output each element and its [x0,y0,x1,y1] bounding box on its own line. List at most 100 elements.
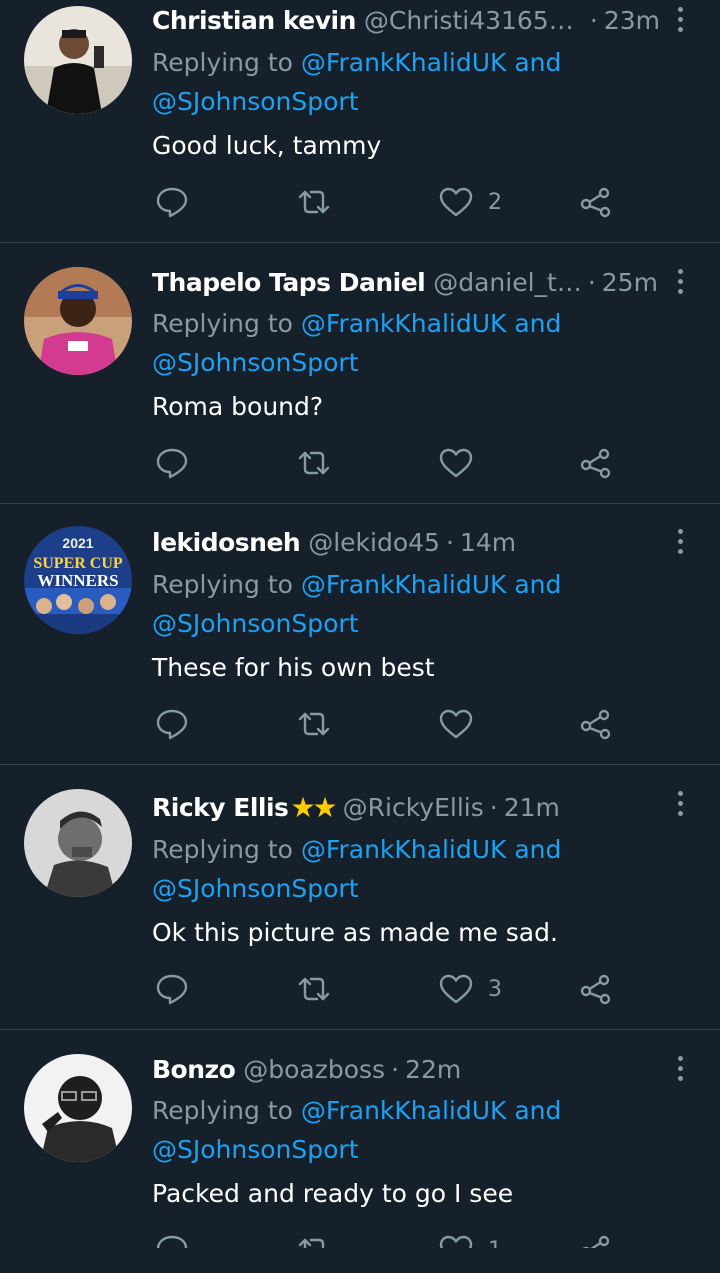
user-handle[interactable]: @RickyEllis [343,793,484,822]
avatar[interactable]: 2021 SUPER CUP WINNERS [24,526,132,634]
star-emoji: ★★ [290,790,337,824]
replying-prefix: Replying to [152,1096,293,1125]
separator-dot: · [391,1054,400,1084]
like-button[interactable]: 3 [438,969,502,1009]
like-button[interactable] [438,443,488,483]
timestamp[interactable]: 14m [460,528,516,557]
avatar[interactable] [24,267,132,375]
mention-link[interactable]: @SJohnsonSport [152,348,359,377]
mention-link[interactable]: @SJohnsonSport [152,874,359,903]
svg-text:SUPER CUP: SUPER CUP [33,555,123,572]
replying-prefix: Replying to [152,570,293,599]
retweet-icon [298,451,330,475]
timestamp[interactable]: 22m [405,1055,461,1084]
reply-icon [156,448,188,479]
timestamp[interactable]: 21m [504,793,560,822]
mention-and[interactable]: and [514,48,561,77]
action-bar: 2 [152,182,632,222]
reply-feed: Christian kevin @Christi43165831 · 23m R… [0,0,720,1273]
replying-to: Replying to @FrankKhalidUK and @SJohnson… [152,830,690,908]
display-name[interactable]: lekidosneh [152,528,301,557]
more-options-icon[interactable] [668,2,692,36]
avatar-image [24,6,132,114]
retweet-button[interactable] [296,704,332,744]
user-handle[interactable]: @lekido45 [308,528,440,557]
tweet-header: Christian kevin @Christi43165831 · 23m [152,2,660,38]
share-button[interactable] [578,704,614,744]
display-name[interactable]: Christian kevin [152,6,356,35]
like-button[interactable] [438,704,488,744]
more-options-icon[interactable] [668,1051,692,1085]
display-name[interactable]: Ricky Ellis [152,793,289,822]
mention-and[interactable]: and [514,570,561,599]
mention-link[interactable]: @FrankKhalidUK [301,48,507,77]
replying-to: Replying to @FrankKhalidUK and @SJohnson… [152,43,690,121]
separator-dot: · [587,267,596,297]
retweet-icon [298,977,330,1001]
timestamp[interactable]: 23m [604,6,660,35]
tweet-header: lekidosneh @lekido45 · 14m [152,524,660,560]
tweet-header: Ricky Ellis ★★ @RickyEllis · 21m [152,789,660,825]
display-name[interactable]: Bonzo [152,1055,236,1084]
action-bar [152,704,632,744]
avatar[interactable] [24,6,132,114]
share-icon [580,974,611,1005]
like-button[interactable]: 2 [438,182,502,222]
retweet-button[interactable] [296,182,332,222]
mention-and[interactable]: and [514,1096,561,1125]
tweet-text: These for his own best [152,653,435,682]
avatar[interactable] [24,789,132,897]
share-button[interactable] [578,182,614,222]
reply-button[interactable] [154,443,190,483]
tweet[interactable]: Ricky Ellis ★★ @RickyEllis · 21m Replyin… [0,765,720,1030]
retweet-icon [298,712,330,736]
mention-link[interactable]: @FrankKhalidUK [301,1096,507,1125]
timestamp[interactable]: 25m [602,268,658,297]
mention-link[interactable]: @FrankKhalidUK [301,570,507,599]
reply-icon [156,974,188,1005]
svg-text:WINNERS: WINNERS [37,571,118,590]
share-button[interactable] [578,969,614,1009]
avatar-image [24,267,132,375]
mention-link[interactable]: @SJohnsonSport [152,1135,359,1164]
mention-link[interactable]: @SJohnsonSport [152,609,359,638]
tweet-header: Thapelo Taps Daniel @daniel_t… · 25m [152,264,660,300]
user-handle[interactable]: @Christi43165831 [364,6,584,35]
action-bar: 3 [152,969,632,1009]
tweet[interactable]: Bonzo @boazboss · 22m Replying to @Frank… [0,1030,720,1273]
more-options-icon[interactable] [668,524,692,558]
heart-icon [439,187,473,217]
replying-prefix: Replying to [152,309,293,338]
mention-and[interactable]: and [514,835,561,864]
viewport-cutoff [0,1248,720,1273]
like-count: 3 [488,976,502,1002]
share-icon [580,448,611,479]
user-handle[interactable]: @boazboss [243,1055,385,1084]
tweet[interactable]: Thapelo Taps Daniel @daniel_t… · 25m Rep… [0,243,720,504]
share-button[interactable] [578,443,614,483]
reply-button[interactable] [154,969,190,1009]
more-options-icon[interactable] [668,264,692,298]
mention-link[interactable]: @FrankKhalidUK [301,309,507,338]
avatar[interactable] [24,1054,132,1162]
user-handle[interactable]: @daniel_t… [433,268,582,297]
display-name[interactable]: Thapelo Taps Daniel [152,268,426,297]
tweet-text: Packed and ready to go I see [152,1179,514,1208]
reply-button[interactable] [154,182,190,222]
reply-button[interactable] [154,704,190,744]
replying-to: Replying to @FrankKhalidUK and @SJohnson… [152,304,690,382]
more-options-icon[interactable] [668,786,692,820]
mention-link[interactable]: @FrankKhalidUK [301,835,507,864]
like-count: 2 [488,189,502,215]
heart-icon [439,709,473,739]
tweet[interactable]: Christian kevin @Christi43165831 · 23m R… [0,0,720,243]
heart-icon [439,974,473,1004]
separator-dot: · [445,527,454,557]
replying-to: Replying to @FrankKhalidUK and @SJohnson… [152,565,690,643]
tweet[interactable]: 2021 SUPER CUP WINNERS lekidosneh @lekid… [0,504,720,765]
mention-and[interactable]: and [514,309,561,338]
mention-link[interactable]: @SJohnsonSport [152,87,359,116]
replying-prefix: Replying to [152,48,293,77]
retweet-button[interactable] [296,443,332,483]
retweet-button[interactable] [296,969,332,1009]
